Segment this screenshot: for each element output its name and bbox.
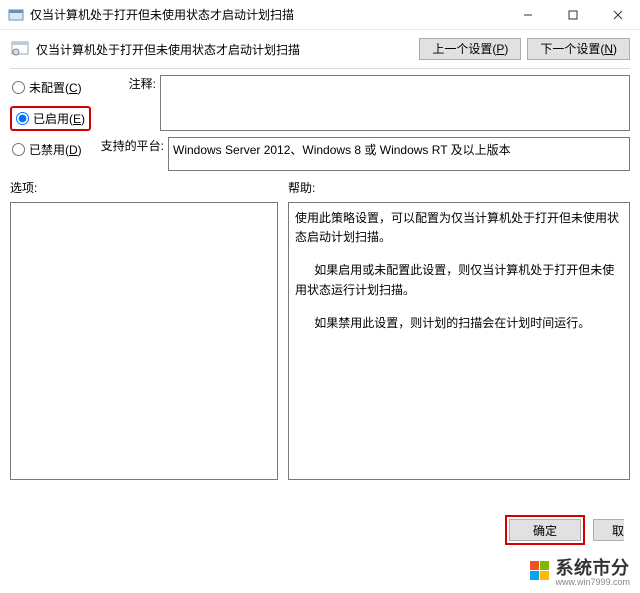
radio-not-configured-input[interactable]: [12, 81, 25, 94]
previous-setting-button[interactable]: 上一个设置(P): [419, 38, 521, 60]
header-row: 仅当计算机处于打开但未使用状态才启动计划扫描 上一个设置(P) 下一个设置(N): [10, 38, 630, 60]
radio-enabled[interactable]: 已启用(E): [10, 106, 91, 131]
next-setting-button[interactable]: 下一个设置(N): [527, 38, 630, 60]
help-paragraph: 如果启用或未配置此设置，则仅当计算机处于打开但未使用状态运行计划扫描。: [295, 261, 623, 299]
app-icon: [8, 7, 24, 23]
ok-button-highlight: 确定: [505, 515, 585, 545]
options-label: 选项:: [10, 179, 278, 196]
close-button[interactable]: [595, 0, 640, 30]
radio-not-configured[interactable]: 未配置(C): [10, 79, 100, 96]
policy-title: 仅当计算机处于打开但未使用状态才启动计划扫描: [36, 41, 419, 58]
maximize-button[interactable]: [550, 0, 595, 30]
options-box: [10, 202, 278, 480]
window-title: 仅当计算机处于打开但未使用状态才启动计划扫描: [30, 6, 505, 23]
cancel-button[interactable]: 取: [593, 519, 624, 541]
watermark-site: www.win7999.com: [555, 577, 630, 587]
radio-disabled[interactable]: 已禁用(D): [10, 141, 100, 158]
watermark: 系统市分 www.win7999.com: [530, 554, 630, 587]
comment-textarea[interactable]: [160, 75, 630, 131]
minimize-button[interactable]: [505, 0, 550, 30]
comment-label: 注释:: [100, 75, 156, 92]
help-box: 使用此策略设置，可以配置为仅当计算机处于打开但未使用状态启动计划扫描。 如果启用…: [288, 202, 630, 480]
radio-enabled-label: 已启用(E): [33, 110, 85, 127]
radio-enabled-input[interactable]: [16, 112, 29, 125]
help-paragraph: 使用此策略设置，可以配置为仅当计算机处于打开但未使用状态启动计划扫描。: [295, 209, 623, 247]
divider: [10, 68, 630, 69]
window-controls: [505, 0, 640, 30]
ok-button[interactable]: 确定: [509, 519, 581, 541]
radio-disabled-label: 已禁用(D): [29, 141, 82, 158]
microsoft-logo-icon: [530, 561, 549, 580]
title-bar: 仅当计算机处于打开但未使用状态才启动计划扫描: [0, 0, 640, 30]
help-paragraph: 如果禁用此设置，则计划的扫描会在计划时间运行。: [295, 314, 623, 333]
dialog-footer: 确定 取: [505, 515, 624, 545]
platform-box: Windows Server 2012、Windows 8 或 Windows …: [168, 137, 630, 171]
platform-label: 支持的平台:: [100, 137, 164, 154]
help-label: 帮助:: [288, 179, 630, 196]
radio-not-configured-label: 未配置(C): [29, 79, 82, 96]
policy-icon: [10, 39, 30, 59]
radio-disabled-input[interactable]: [12, 143, 25, 156]
